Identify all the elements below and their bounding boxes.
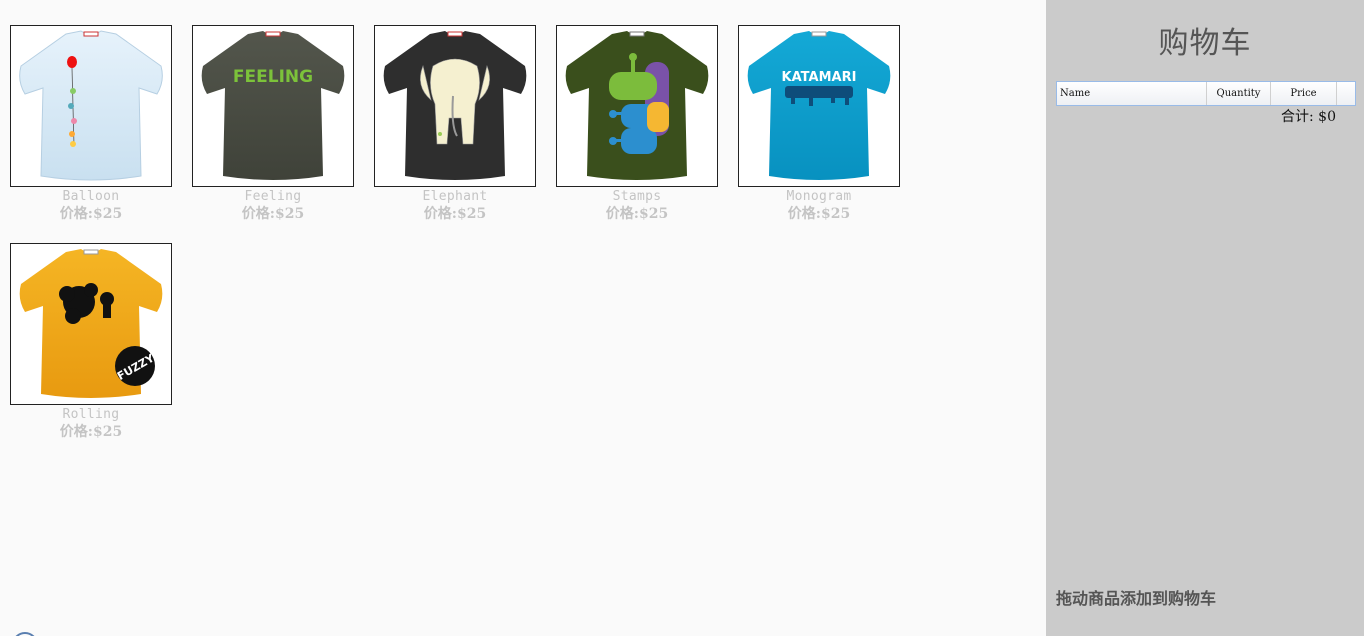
shopping-cart-panel[interactable]: 购物车 Name Quantity Price 合计: $0 拖动商品添加到购物…	[1046, 0, 1364, 636]
product-price: 价格:$25	[241, 206, 305, 222]
rolling-shirt-icon[interactable]: FUZZY	[10, 243, 172, 405]
column-header-spacer	[1337, 82, 1355, 105]
product-name: Monogram	[786, 189, 852, 204]
stamps-shirt-icon[interactable]	[556, 25, 718, 187]
column-header-quantity[interactable]: Quantity	[1207, 82, 1271, 105]
cart-total: 合计: $0	[1281, 109, 1336, 125]
feeling-shirt-icon[interactable]: FEELING	[192, 25, 354, 187]
product-price: 价格:$25	[423, 206, 487, 222]
monogram-text: KATAMARI	[782, 70, 857, 85]
feeling-text: FEELING	[233, 67, 313, 87]
product-item-stamps[interactable]: Stamps 价格:$25	[556, 25, 718, 223]
product-item-feeling[interactable]: FEELING Feeling 价格:$25	[192, 25, 354, 223]
product-name: Elephant	[422, 189, 488, 204]
product-item-rolling[interactable]: FUZZY Rolling 价格:$25	[10, 243, 172, 441]
product-name: Feeling	[244, 189, 302, 204]
cart-table-header: Name Quantity Price	[1056, 81, 1356, 106]
balloon-shirt-icon[interactable]	[10, 25, 172, 187]
elephant-shirt-icon[interactable]	[374, 25, 536, 187]
product-price: 价格:$25	[605, 206, 669, 222]
cart-drag-hint: 拖动商品添加到购物车	[1056, 589, 1217, 608]
product-name: Balloon	[62, 189, 120, 204]
product-name: Rolling	[62, 407, 120, 422]
product-item-monogram[interactable]: KATAMARI Monogram 价格:$25	[738, 25, 900, 223]
product-item-elephant[interactable]: Elephant 价格:$25	[374, 25, 536, 223]
product-name: Stamps	[612, 189, 662, 204]
monogram-shirt-icon[interactable]: KATAMARI	[738, 25, 900, 187]
column-header-price[interactable]: Price	[1271, 82, 1337, 105]
page: Balloon 价格:$25 FEELING Feeling 价格:$25 El…	[0, 0, 1364, 636]
product-price: 价格:$25	[59, 206, 123, 222]
product-grid: Balloon 价格:$25 FEELING Feeling 价格:$25 El…	[0, 0, 1046, 636]
cart-title: 购物车	[1158, 26, 1252, 61]
column-header-name[interactable]: Name	[1057, 82, 1207, 105]
product-item-balloon[interactable]: Balloon 价格:$25	[10, 25, 172, 223]
product-price: 价格:$25	[59, 424, 123, 440]
product-price: 价格:$25	[787, 206, 851, 222]
